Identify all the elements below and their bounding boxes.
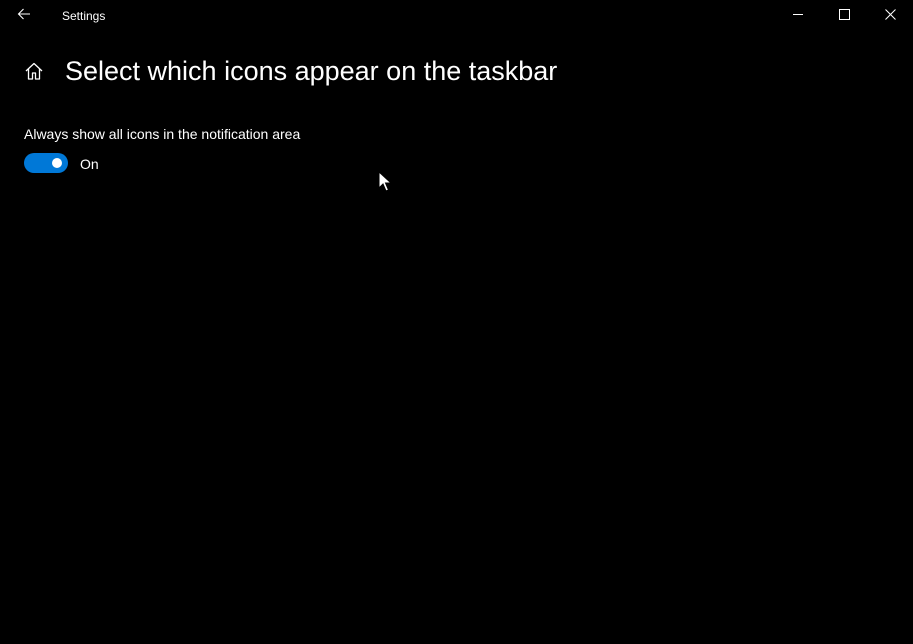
minimize-button[interactable] xyxy=(775,0,821,32)
page-title: Select which icons appear on the taskbar xyxy=(65,56,558,86)
mouse-cursor-icon xyxy=(378,170,393,193)
arrow-left-icon xyxy=(17,7,31,25)
always-show-toggle[interactable] xyxy=(24,153,68,173)
toggle-knob xyxy=(52,158,62,168)
title-bar: Settings xyxy=(0,0,913,32)
home-icon xyxy=(24,61,44,86)
maximize-button[interactable] xyxy=(821,0,867,32)
home-button[interactable] xyxy=(20,58,48,88)
close-icon xyxy=(884,7,896,25)
toggle-state-text: On xyxy=(80,156,99,172)
minimize-icon xyxy=(792,7,804,25)
close-button[interactable] xyxy=(867,0,913,32)
back-button[interactable] xyxy=(0,0,48,32)
setting-label: Always show all icons in the notificatio… xyxy=(24,126,301,142)
app-title: Settings xyxy=(62,9,106,23)
maximize-icon xyxy=(838,7,850,25)
settings-window: Settings Select which icons appear on th… xyxy=(0,0,913,644)
